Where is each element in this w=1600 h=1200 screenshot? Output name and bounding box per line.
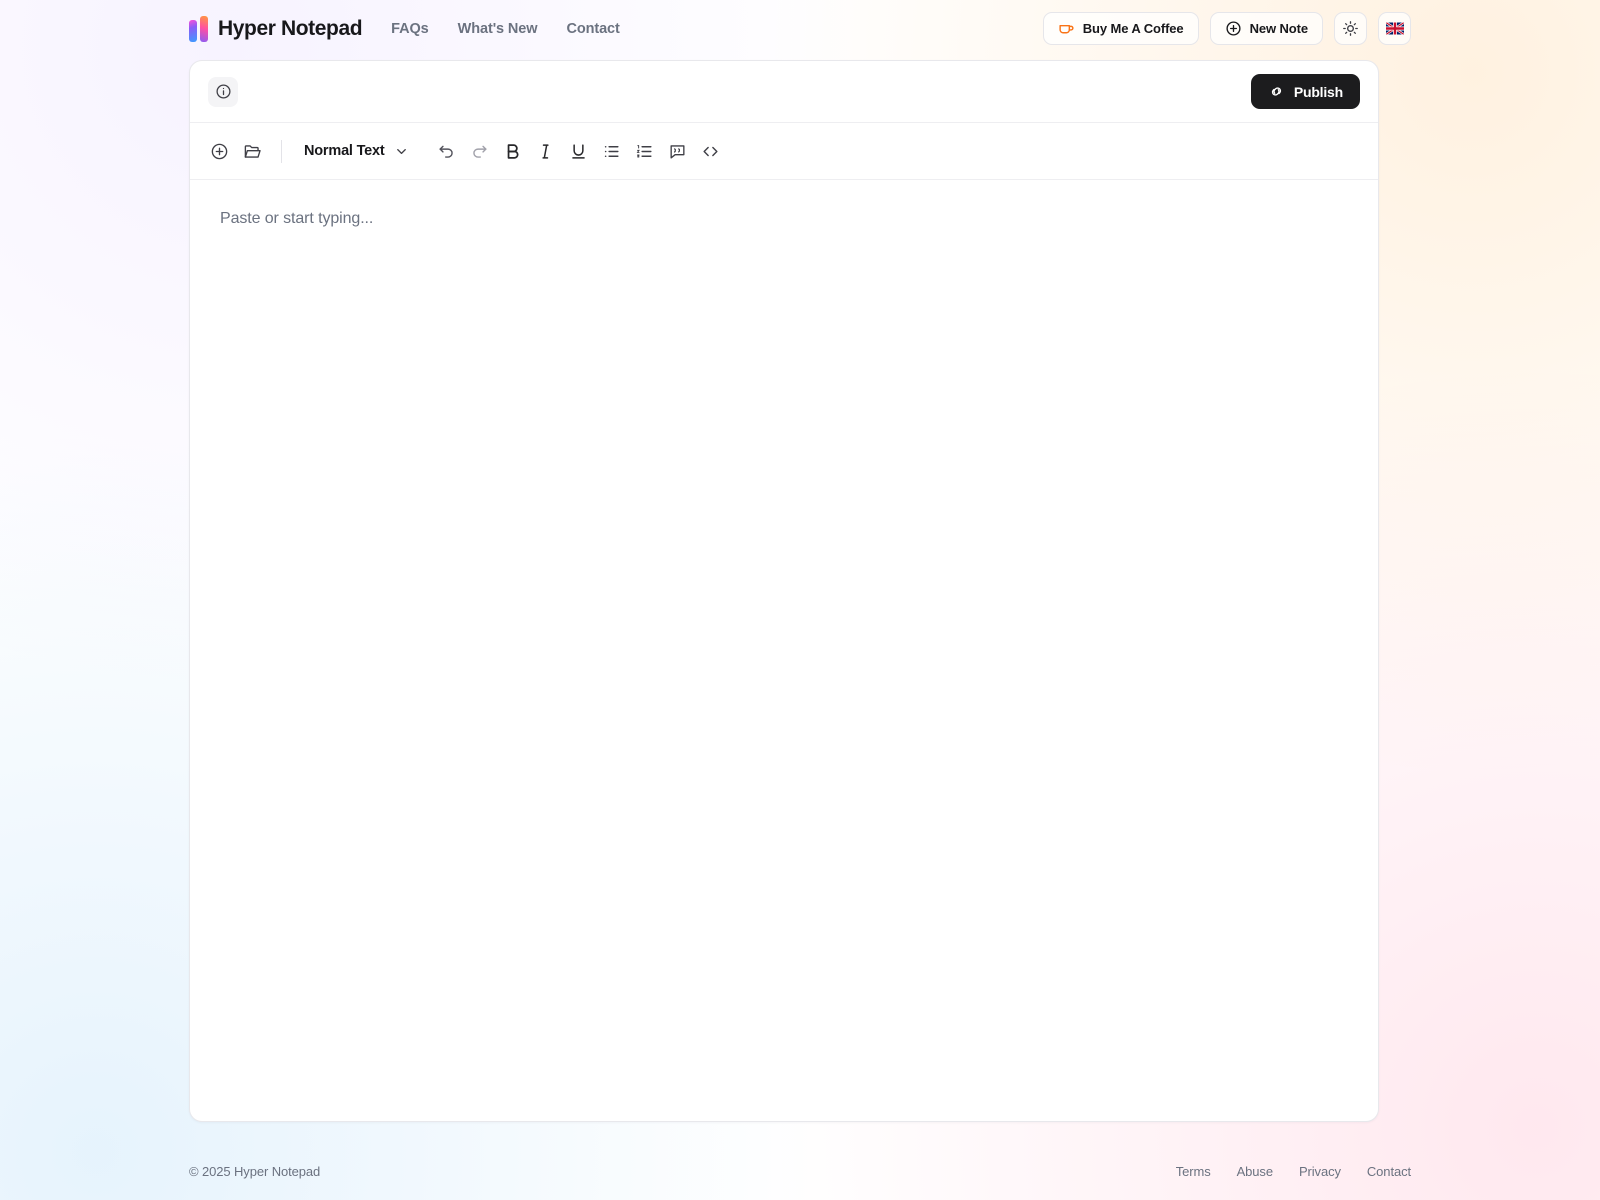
underline-icon <box>569 142 588 161</box>
chevron-down-icon <box>394 144 409 159</box>
quote-bubble-icon <box>668 142 687 161</box>
footer-link-privacy[interactable]: Privacy <box>1299 1164 1341 1179</box>
brand-name: Hyper Notepad <box>218 17 362 41</box>
nav-actions: Buy Me A Coffee New Note <box>1043 12 1411 45</box>
footer-link-abuse[interactable]: Abuse <box>1237 1164 1273 1179</box>
language-selector-button[interactable] <box>1378 12 1411 45</box>
publish-label: Publish <box>1294 84 1343 100</box>
info-circle-icon <box>215 83 232 100</box>
underline-button[interactable] <box>563 136 594 167</box>
theme-toggle-button[interactable] <box>1334 12 1367 45</box>
top-navigation-bar: Hyper Notepad FAQs What's New Contact Bu… <box>0 0 1600 57</box>
redo-icon <box>470 142 489 161</box>
info-button[interactable] <box>208 77 238 107</box>
insert-button[interactable] <box>204 136 235 167</box>
coffee-cup-icon <box>1058 20 1075 37</box>
text-style-value: Normal Text <box>304 143 385 159</box>
italic-icon <box>536 142 555 161</box>
code-icon <box>701 142 720 161</box>
undo-icon <box>437 142 456 161</box>
page-root: Hyper Notepad FAQs What's New Contact Bu… <box>0 0 1600 1200</box>
text-style-dropdown[interactable]: Normal Text <box>295 136 418 167</box>
sun-icon <box>1342 20 1359 37</box>
link-icon <box>1268 83 1285 100</box>
footer-links: Terms Abuse Privacy Contact <box>1176 1164 1411 1179</box>
folder-open-icon <box>243 142 262 161</box>
publish-button[interactable]: Publish <box>1251 74 1360 109</box>
italic-button[interactable] <box>530 136 561 167</box>
editor-header: Publish <box>190 61 1378 123</box>
plus-circle-icon <box>210 142 229 161</box>
editor-content-area[interactable]: Paste or start typing... <box>190 180 1378 1121</box>
bold-button[interactable] <box>497 136 528 167</box>
nav-link-whats-new[interactable]: What's New <box>458 21 538 37</box>
buy-me-a-coffee-label: Buy Me A Coffee <box>1083 21 1184 36</box>
new-note-label: New Note <box>1250 21 1308 36</box>
editor-card: Publish N <box>189 60 1379 1122</box>
editor-toolbar: Normal Text <box>190 123 1378 180</box>
code-button[interactable] <box>695 136 726 167</box>
footer-link-contact[interactable]: Contact <box>1367 1164 1411 1179</box>
copyright-text: © 2025 Hyper Notepad <box>189 1164 320 1179</box>
nav-links: FAQs What's New Contact <box>391 21 620 37</box>
plus-circle-icon <box>1225 20 1242 37</box>
page-footer: © 2025 Hyper Notepad Terms Abuse Privacy… <box>0 1142 1600 1200</box>
numbered-list-button[interactable] <box>629 136 660 167</box>
nav-link-faqs[interactable]: FAQs <box>391 21 428 37</box>
quote-button[interactable] <box>662 136 693 167</box>
redo-button[interactable] <box>464 136 495 167</box>
footer-link-terms[interactable]: Terms <box>1176 1164 1211 1179</box>
toolbar-divider <box>281 140 282 163</box>
editor-placeholder: Paste or start typing... <box>220 210 1378 228</box>
brand[interactable]: Hyper Notepad <box>189 16 362 42</box>
two-bars-logo-icon <box>189 16 208 42</box>
open-file-button[interactable] <box>237 136 268 167</box>
uk-flag-icon <box>1386 22 1404 35</box>
bullet-list-icon <box>602 142 621 161</box>
undo-button[interactable] <box>431 136 462 167</box>
new-note-button[interactable]: New Note <box>1210 12 1323 45</box>
bold-icon <box>503 142 522 161</box>
nav-link-contact[interactable]: Contact <box>566 21 619 37</box>
numbered-list-icon <box>635 142 654 161</box>
bullet-list-button[interactable] <box>596 136 627 167</box>
buy-me-a-coffee-button[interactable]: Buy Me A Coffee <box>1043 12 1199 45</box>
